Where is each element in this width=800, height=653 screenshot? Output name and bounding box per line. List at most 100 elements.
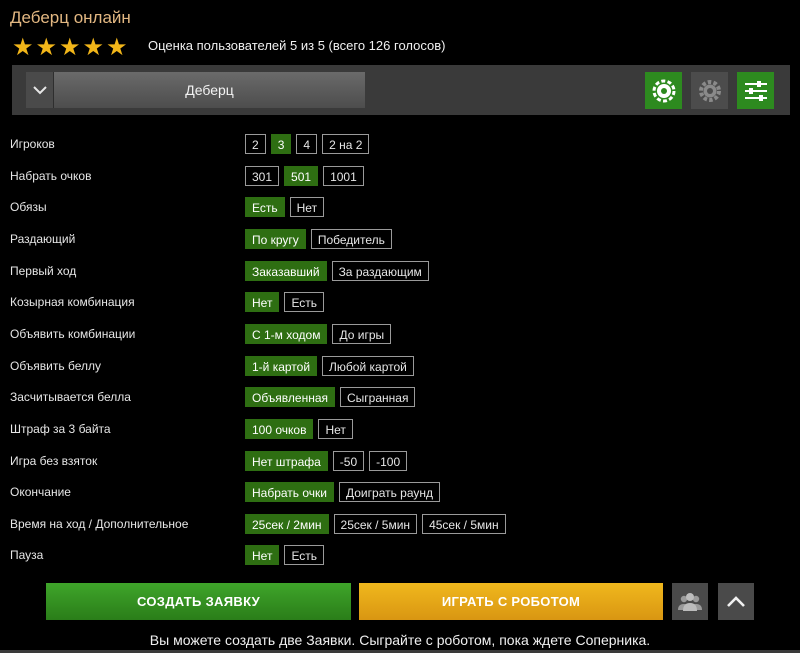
option-row: Штраф за 3 байта 100 очков Нет (0, 418, 800, 441)
option-row: Время на ход / Дополнительное 25сек / 2ми… (0, 513, 800, 536)
option-button[interactable]: Доиграть раунд (339, 482, 441, 503)
option-button[interactable]: Объявленная (245, 387, 336, 408)
option-label: Время на ход / Дополнительное (10, 516, 189, 531)
option-choices: 301 501 1001 (245, 165, 364, 186)
option-choices: Набрать очки Доиграть раунд (245, 482, 441, 503)
option-label: Игроков (10, 137, 55, 151)
star-icon[interactable]: ★ (12, 36, 36, 60)
option-choices: Нет штрафа -50 -100 (245, 450, 408, 471)
option-choices: Нет Есть (245, 292, 325, 313)
option-choices: Есть Нет (245, 197, 325, 218)
option-button[interactable]: За раздающим (331, 260, 429, 281)
option-button[interactable]: С 1-м ходом (245, 323, 328, 344)
game-select[interactable]: Деберц (54, 72, 365, 108)
option-button[interactable]: -50 (332, 450, 365, 471)
option-button[interactable]: 45сек / 5мин (422, 513, 506, 534)
option-row: Окончание Набрать очки Доиграть раунд (0, 482, 800, 504)
option-button[interactable]: Есть (245, 197, 285, 218)
users-icon (678, 592, 702, 611)
option-button[interactable]: Нет (245, 545, 280, 566)
option-button[interactable]: 25сек / 2мин (245, 513, 329, 534)
option-button[interactable]: 1001 (323, 165, 364, 186)
option-button[interactable]: Нет штрафа (245, 450, 328, 471)
option-button[interactable]: 3 (270, 134, 292, 154)
option-label: Объявить комбинации (10, 326, 136, 341)
option-label: Обязы (10, 200, 47, 215)
option-choices: 25сек / 2мин 25сек / 5мин 45сек / 5мин (245, 513, 506, 534)
option-row: Объявить беллу 1-й картой Любой картой (0, 355, 800, 378)
scroll-top-button[interactable] (718, 583, 754, 620)
star-icon[interactable]: ★ (83, 36, 107, 60)
option-choices: Заказавший За раздающим (245, 260, 429, 281)
page-title: Деберц онлайн (10, 8, 131, 27)
option-button[interactable]: Нет (318, 418, 353, 439)
option-row: Засчитывается белла Объявленная Сыгранная (0, 387, 800, 409)
star-icon[interactable]: ★ (36, 36, 60, 60)
option-choices: Нет Есть (245, 545, 325, 566)
option-button[interactable]: Любой картой (322, 355, 414, 376)
sliders-icon (744, 80, 767, 101)
option-button[interactable]: Набрать очки (245, 482, 334, 503)
sliders-button[interactable] (737, 72, 774, 109)
chevron-up-icon (727, 595, 745, 607)
option-row: Игроков 2 3 4 2 на 2 (0, 134, 800, 156)
option-button[interactable]: До игры (332, 323, 392, 344)
option-label: Пауза (10, 548, 44, 563)
play-robot-button[interactable]: ИГРАТЬ С РОБОТОМ (359, 583, 663, 620)
option-button[interactable]: Заказавший (245, 260, 327, 281)
option-button[interactable]: 2 на 2 (322, 134, 370, 154)
option-label: Раздающий (10, 231, 76, 246)
option-row: Раздающий По кругу Победитель (0, 228, 800, 251)
option-label: Объявить беллу (10, 358, 101, 373)
option-button[interactable]: 25сек / 5мин (333, 513, 418, 534)
option-button[interactable]: -100 (369, 450, 408, 471)
rating-suffix: голосов) (390, 38, 446, 53)
chevron-down-icon[interactable] (26, 72, 54, 108)
star-icon[interactable]: ★ (59, 36, 83, 60)
option-button[interactable]: 4 (296, 134, 318, 154)
option-label: Набрать очков (10, 168, 92, 183)
option-label: Штраф за 3 байта (10, 421, 111, 436)
option-button[interactable]: 100 очков (245, 418, 314, 439)
star-icon[interactable]: ★ (106, 36, 130, 60)
option-label: Игра без взяток (10, 453, 98, 468)
option-button[interactable]: 1-й картой (245, 355, 318, 376)
option-button[interactable]: Нет (245, 292, 280, 313)
rating-votes: 126 (368, 38, 391, 53)
option-label: Окончание (10, 485, 71, 500)
option-row: Игра без взяток Нет штрафа -50 -100 (0, 450, 800, 473)
footer-hint: Вы можете создать две Заявки. Сыграйте с… (149, 632, 651, 648)
gear-icon (698, 79, 721, 102)
option-row: Козырная комбинация Нет Есть (0, 292, 800, 314)
option-button[interactable]: По кругу (245, 228, 306, 249)
rating-middle: из 5 (всего (297, 38, 369, 53)
settings-gear-icon (652, 79, 675, 102)
option-button[interactable]: Есть (284, 292, 325, 313)
option-button[interactable]: Нет (289, 197, 325, 218)
option-choices: Объявленная Сыгранная (245, 387, 416, 408)
rating-prefix: Оценка пользователей (148, 38, 291, 53)
option-row: Обязы Есть Нет (0, 197, 800, 219)
option-button[interactable]: 2 (245, 134, 266, 154)
option-button[interactable]: 501 (284, 165, 319, 186)
option-button[interactable]: Победитель (310, 228, 392, 249)
option-label: Засчитывается белла (10, 390, 131, 405)
star-rating[interactable]: ★ ★ ★ ★ ★ (12, 36, 130, 60)
option-button[interactable]: Есть (284, 545, 325, 566)
option-choices: 1-й картой Любой картой (245, 355, 414, 376)
option-choices: 2342 на 2 (245, 134, 370, 154)
players-button[interactable] (672, 583, 708, 620)
gear-button[interactable] (691, 72, 728, 109)
option-button[interactable]: 301 (245, 165, 280, 186)
option-row: Пауза Нет Есть (0, 545, 800, 567)
option-row: Набрать очков 301 501 1001 (0, 165, 800, 188)
settings-gear-button[interactable] (645, 72, 682, 109)
option-choices: 100 очков Нет (245, 418, 353, 439)
rating-summary: Оценка пользователей 5 из 5 (всего 126 г… (148, 38, 445, 53)
create-request-button[interactable]: СОЗДАТЬ ЗАЯВКУ (46, 583, 351, 620)
option-button[interactable]: Сыгранная (340, 387, 416, 408)
option-label: Козырная комбинация (10, 295, 135, 310)
option-row: Первый ход Заказавший За раздающим (0, 260, 800, 283)
option-row: Объявить комбинации С 1-м ходом До игры (0, 323, 800, 346)
option-choices: По кругу Победитель (245, 228, 392, 249)
